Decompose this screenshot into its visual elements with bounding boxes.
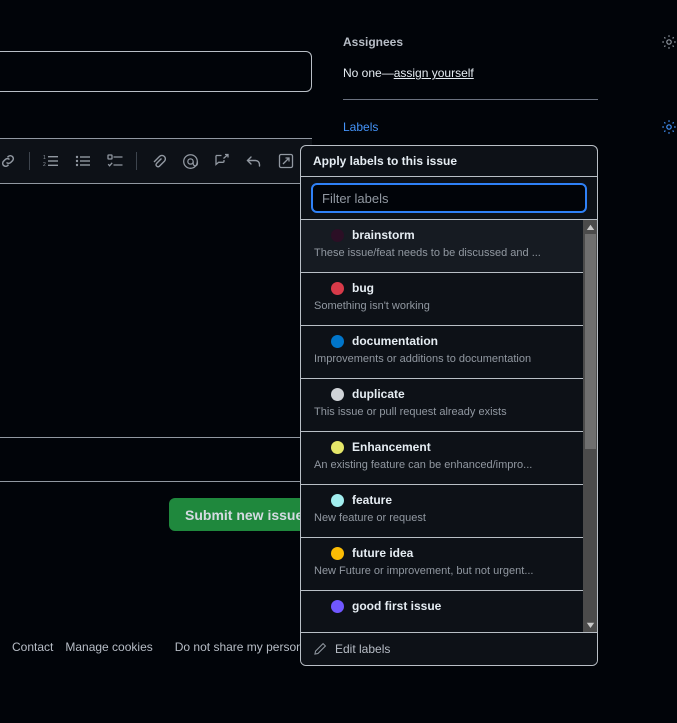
label-color-dot-icon bbox=[331, 334, 344, 348]
new-issue-form: 1 2 Submit new issue bbox=[0, 0, 332, 723]
label-option-head: future idea bbox=[331, 546, 571, 560]
form-divider bbox=[0, 481, 332, 482]
reference-icon[interactable] bbox=[270, 146, 302, 176]
label-option-brainstorm[interactable]: brainstorm These issue/feat needs to be d… bbox=[301, 220, 583, 273]
label-color-dot-icon bbox=[331, 228, 344, 242]
ordered-list-icon[interactable]: 1 2 bbox=[35, 146, 67, 176]
label-option-head: duplicate bbox=[331, 387, 571, 401]
label-color-dot-icon bbox=[331, 387, 344, 401]
unordered-list-icon[interactable] bbox=[67, 146, 99, 176]
label-color-dot-icon bbox=[331, 493, 344, 507]
assignees-title: Assignees bbox=[343, 35, 404, 49]
triangle-up-icon[interactable] bbox=[586, 220, 595, 234]
label-option-description: Something isn't working bbox=[314, 300, 430, 312]
label-list-wrap: brainstorm These issue/feat needs to be d… bbox=[301, 220, 597, 632]
label-option-head: documentation bbox=[331, 334, 571, 348]
label-option-head: feature bbox=[331, 493, 571, 507]
labels-title[interactable]: Labels bbox=[343, 120, 378, 134]
attachment-icon[interactable] bbox=[142, 146, 174, 176]
comment-textarea[interactable] bbox=[0, 184, 312, 437]
triangle-down-icon[interactable] bbox=[586, 618, 595, 632]
label-option-future-idea[interactable]: future idea New Future or improvement, bu… bbox=[301, 538, 583, 591]
label-option-head: brainstorm bbox=[331, 228, 571, 242]
label-option-feature[interactable]: feature New feature or request bbox=[301, 485, 583, 538]
footer-link-contact[interactable]: Contact bbox=[12, 640, 53, 654]
label-option-head: good first issue bbox=[331, 599, 571, 613]
submit-new-issue-button[interactable]: Submit new issue bbox=[169, 498, 320, 531]
assignees-value: No one—assign yourself bbox=[343, 66, 677, 80]
assign-yourself-link[interactable]: assign yourself bbox=[394, 66, 474, 80]
label-option-bug[interactable]: bug Something isn't working bbox=[301, 273, 583, 326]
toolbar-divider bbox=[29, 152, 30, 170]
label-option-good-first-issue[interactable]: good first issue bbox=[301, 591, 583, 632]
saved-reply-icon[interactable] bbox=[206, 146, 238, 176]
link-icon[interactable] bbox=[0, 146, 24, 176]
assignees-none-text: No one— bbox=[343, 66, 394, 80]
gear-icon[interactable] bbox=[661, 119, 677, 135]
label-color-dot-icon bbox=[331, 440, 344, 454]
label-option-description: New Future or improvement, but not urgen… bbox=[314, 565, 534, 577]
scrollbar-thumb[interactable] bbox=[584, 234, 596, 449]
label-option-name: future idea bbox=[352, 546, 414, 560]
label-option-duplicate[interactable]: duplicate This issue or pull request alre… bbox=[301, 379, 583, 432]
label-color-dot-icon bbox=[331, 281, 344, 295]
label-option-description: An existing feature can be enhanced/impr… bbox=[314, 459, 533, 471]
label-option-documentation[interactable]: documentation Improvements or additions t… bbox=[301, 326, 583, 379]
page-footer: Contact Manage cookies Do not share my p… bbox=[0, 640, 312, 654]
footer-link-do-not-share[interactable]: Do not share my personal bbox=[175, 640, 312, 654]
popup-filter-row bbox=[301, 177, 597, 220]
label-option-description: New feature or request bbox=[314, 512, 426, 524]
label-option-enhancement[interactable]: Enhancement An existing feature can be en… bbox=[301, 432, 583, 485]
footer-link-manage-cookies[interactable]: Manage cookies bbox=[65, 640, 152, 654]
label-option-name: feature bbox=[352, 493, 393, 507]
sidebar-divider bbox=[343, 99, 598, 100]
markdown-toolbar: 1 2 bbox=[0, 139, 312, 184]
label-color-dot-icon bbox=[331, 599, 344, 613]
sidebar-section-labels: Labels bbox=[343, 115, 677, 139]
pencil-icon bbox=[313, 642, 327, 656]
assignees-header: Assignees bbox=[343, 30, 677, 54]
popup-footer[interactable]: Edit labels bbox=[301, 632, 597, 665]
label-filter-input[interactable] bbox=[311, 183, 587, 213]
comment-editor: 1 2 bbox=[0, 138, 312, 438]
svg-text:2: 2 bbox=[43, 162, 46, 168]
apply-labels-popup: Apply labels to this issue brainstorm The… bbox=[300, 145, 598, 666]
task-list-icon[interactable] bbox=[99, 146, 131, 176]
label-option-name: good first issue bbox=[352, 599, 442, 613]
label-option-name: Enhancement bbox=[352, 440, 431, 454]
label-list[interactable]: brainstorm These issue/feat needs to be d… bbox=[301, 220, 583, 632]
label-option-name: bug bbox=[352, 281, 374, 295]
sidebar-section-assignees: Assignees No one—assign yourself bbox=[343, 30, 677, 100]
svg-text:1: 1 bbox=[43, 155, 46, 161]
labels-header: Labels bbox=[343, 115, 677, 139]
label-color-dot-icon bbox=[331, 546, 344, 560]
label-option-head: bug bbox=[331, 281, 571, 295]
popup-scrollbar[interactable] bbox=[583, 220, 597, 632]
edit-labels-label: Edit labels bbox=[335, 642, 391, 656]
label-option-description: These issue/feat needs to be discussed a… bbox=[314, 247, 541, 259]
label-option-description: Improvements or additions to documentati… bbox=[314, 353, 532, 365]
label-option-name: documentation bbox=[352, 334, 438, 348]
issue-title-input[interactable] bbox=[0, 51, 312, 92]
toolbar-divider bbox=[136, 152, 137, 170]
label-option-head: Enhancement bbox=[331, 440, 571, 454]
label-option-name: brainstorm bbox=[352, 228, 415, 242]
mention-icon[interactable] bbox=[174, 146, 206, 176]
issue-sidebar: Assignees No one—assign yourself Labels bbox=[343, 30, 677, 139]
popup-header: Apply labels to this issue bbox=[301, 146, 597, 177]
gear-icon[interactable] bbox=[661, 34, 677, 50]
label-option-name: duplicate bbox=[352, 387, 405, 401]
label-option-description: This issue or pull request already exist… bbox=[314, 406, 507, 418]
reply-arrow-icon[interactable] bbox=[238, 146, 270, 176]
